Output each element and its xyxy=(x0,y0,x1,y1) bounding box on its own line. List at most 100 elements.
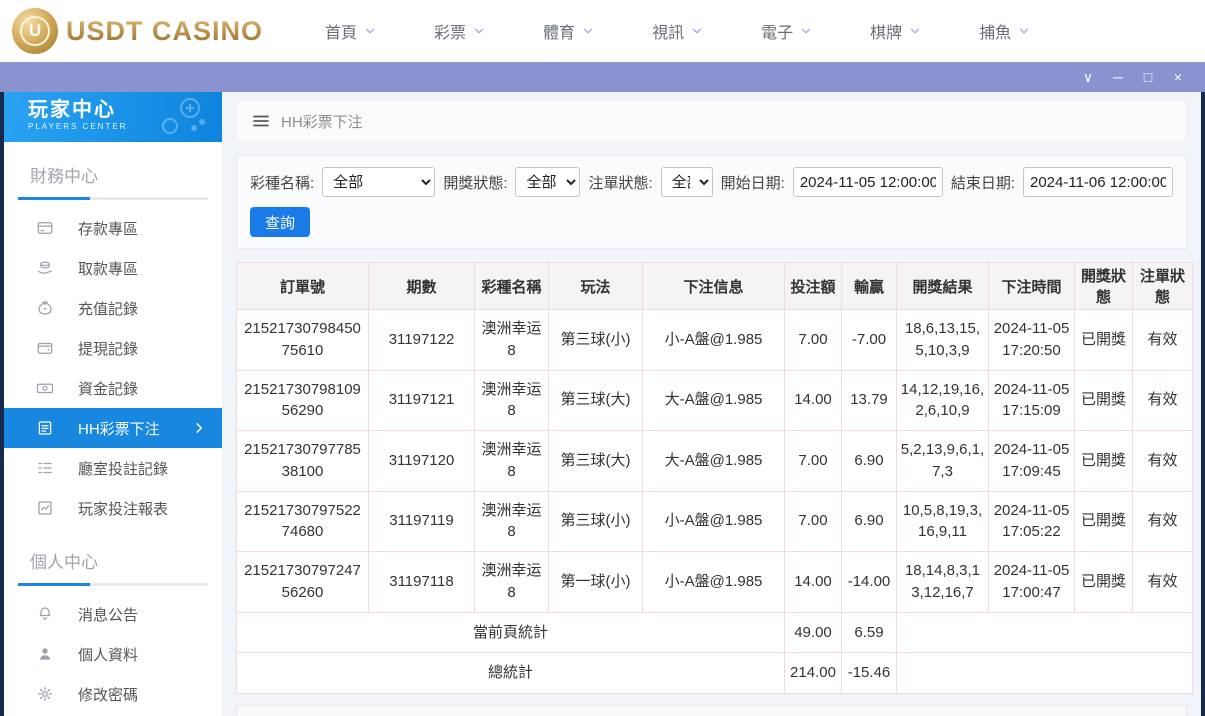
sidebar-item-player-bet-report[interactable]: 玩家投注報表 xyxy=(4,488,222,528)
sidebar-item-hh-lottery-bets[interactable]: HH彩票下注 xyxy=(4,408,222,448)
cell-draw-result: 14,12,19,16,2,6,10,9 xyxy=(897,370,989,431)
summary-winloss-total: -15.46 xyxy=(842,653,897,694)
col-header-bet-info: 下注信息 xyxy=(643,263,785,310)
cell-order-status: 有效 xyxy=(1133,370,1193,431)
moneybag-icon xyxy=(36,299,54,317)
cell-lottery-name: 澳洲幸运8 xyxy=(475,310,549,371)
cell-lottery-name: 澳洲幸运8 xyxy=(475,370,549,431)
user-icon xyxy=(36,645,54,663)
cell-bet-info: 大-A盤@1.985 xyxy=(643,370,785,431)
sidebar-item-announcements[interactable]: 消息公告 xyxy=(4,594,222,634)
cell-bet-amount: 7.00 xyxy=(785,491,842,552)
pagination-bar: 每頁顯示20條 共25条 首页 上一页 [1][2] 下一页 第 页 跳转 xyxy=(236,705,1187,716)
cell-period: 31197119 xyxy=(369,491,475,552)
end-date-label: 結束日期: xyxy=(951,172,1015,193)
sidebar-item-label: 存款專區 xyxy=(78,218,138,239)
window-dropdown-icon[interactable]: ∨ xyxy=(1075,65,1101,89)
cell-order-status: 有效 xyxy=(1133,552,1193,613)
summary-row: 總統計214.00-15.46 xyxy=(237,653,1193,694)
col-header-period: 期數 xyxy=(369,263,475,310)
sidebar-item-change-password[interactable]: 修改密碼 xyxy=(4,674,222,714)
nav-item-lottery[interactable]: 彩票 xyxy=(434,19,486,43)
sidebar-item-label: 個人資料 xyxy=(78,644,138,665)
nav-item-electronic[interactable]: 電子 xyxy=(761,19,813,43)
nav-item-fishing[interactable]: 捕魚 xyxy=(979,19,1031,43)
hand-coins-icon xyxy=(36,259,54,277)
summary-empty xyxy=(897,612,1193,653)
col-header-win-loss: 輸贏 xyxy=(842,263,897,310)
col-header-draw-result: 開獎結果 xyxy=(897,263,989,310)
breadcrumb: HH彩票下注 xyxy=(236,100,1187,142)
window-maximize-icon[interactable]: □ xyxy=(1135,65,1161,89)
cell-play-type: 第三球(大) xyxy=(549,370,643,431)
cell-order-status: 有效 xyxy=(1133,491,1193,552)
summary-label: 當前頁統計 xyxy=(237,612,785,653)
nav-item-sports[interactable]: 體育 xyxy=(543,19,595,43)
cell-period: 31197120 xyxy=(369,431,475,492)
cell-draw-result: 5,2,13,9,6,1,7,3 xyxy=(897,431,989,492)
menu-toggle-icon[interactable] xyxy=(253,115,269,127)
sidebar-item-funds-records[interactable]: 資金記錄 xyxy=(4,368,222,408)
nav-item-label: 電子 xyxy=(761,19,793,43)
cell-period: 31197118 xyxy=(369,552,475,613)
draw-status-label: 開獎狀態: xyxy=(443,172,507,193)
bell-icon xyxy=(36,605,54,623)
sidebar-item-profile[interactable]: 個人資料 xyxy=(4,634,222,674)
cell-draw-result: 18,14,8,3,13,12,16,7 xyxy=(897,552,989,613)
sidebar-item-recharge-records[interactable]: 充值記錄 xyxy=(4,288,222,328)
chevron-down-icon xyxy=(1017,24,1031,38)
report-icon xyxy=(36,499,54,517)
cell-win-loss: 6.90 xyxy=(842,431,897,492)
nav-item-chess[interactable]: 棋牌 xyxy=(870,19,922,43)
sidebar-item-room-bet-records[interactable]: 廳室投註記錄 xyxy=(4,448,222,488)
draw-status-select[interactable]: 全部 xyxy=(515,167,580,197)
sidebar-item-withdrawal-records[interactable]: 提現記錄 xyxy=(4,328,222,368)
end-date-input[interactable] xyxy=(1023,167,1173,197)
cell-bet-amount: 14.00 xyxy=(785,370,842,431)
cell-bet-info: 小-A盤@1.985 xyxy=(643,491,785,552)
section-underline xyxy=(18,583,208,586)
brand-name: USDT CASINO xyxy=(66,16,263,47)
summary-label: 總統計 xyxy=(237,653,785,694)
nav-item-label: 首頁 xyxy=(325,19,357,43)
cell-play-type: 第一球(小) xyxy=(549,552,643,613)
nav-item-home[interactable]: 首頁 xyxy=(325,19,377,43)
order-status-select[interactable]: 全部 xyxy=(661,167,713,197)
cell-bet-amount: 14.00 xyxy=(785,552,842,613)
cell-draw-status: 已開獎 xyxy=(1075,431,1133,492)
brand-logo[interactable]: U USDT CASINO xyxy=(12,8,263,54)
col-header-lottery-name: 彩種名稱 xyxy=(475,263,549,310)
search-button[interactable]: 查詢 xyxy=(250,207,310,237)
summary-bet-total: 49.00 xyxy=(785,612,842,653)
sidebar-item-withdraw-zone[interactable]: 取款專區 xyxy=(4,248,222,288)
start-date-label: 開始日期: xyxy=(721,172,785,193)
col-header-order-number: 訂單號 xyxy=(237,263,369,310)
nav-item-label: 棋牌 xyxy=(870,19,902,43)
nav-item-video[interactable]: 視訊 xyxy=(652,19,704,43)
start-date-input[interactable] xyxy=(793,167,943,197)
coin-letter: U xyxy=(20,16,50,46)
main-content: HH彩票下注 彩種名稱: 全部 開獎狀態: 全部 注單狀態: 全部 開始日期: … xyxy=(222,92,1201,716)
window-minimize-icon[interactable]: ─ xyxy=(1105,65,1131,89)
chevron-down-icon xyxy=(363,24,377,38)
cell-lottery-name: 澳洲幸运8 xyxy=(475,491,549,552)
window-close-icon[interactable]: × xyxy=(1165,65,1191,89)
cell-bet-time: 2024-11-05 17:15:09 xyxy=(989,370,1075,431)
cell-win-loss: -14.00 xyxy=(842,552,897,613)
table-body: 215217307984507561031197122澳洲幸运8第三球(小)小-… xyxy=(237,310,1193,694)
bets-table-wrap: 訂單號期數彩種名稱玩法下注信息投注額輸贏開獎結果下注時間開獎狀態注單狀態 215… xyxy=(236,262,1187,694)
banknote-icon xyxy=(36,379,54,397)
gamepad-icon xyxy=(152,96,212,140)
cell-draw-status: 已開獎 xyxy=(1075,310,1133,371)
sidebar-item-label: 廳室投註記錄 xyxy=(78,458,168,479)
col-header-bet-amount: 投注額 xyxy=(785,263,842,310)
sidebar-sections: 財務中心存款專區取款專區充值記錄提現記錄資金記錄HH彩票下注廳室投註記錄玩家投注… xyxy=(4,162,222,716)
coin-logo-icon: U xyxy=(12,8,58,54)
cell-order-number: 2152173079752274680 xyxy=(237,491,369,552)
sidebar-item-deposit-zone[interactable]: 存款專區 xyxy=(4,208,222,248)
cell-lottery-name: 澳洲幸运8 xyxy=(475,552,549,613)
table-header-row: 訂單號期數彩種名稱玩法下注信息投注額輸贏開獎結果下注時間開獎狀態注單狀態 xyxy=(237,263,1193,310)
lottery-name-select[interactable]: 全部 xyxy=(322,167,435,197)
page-title: HH彩票下注 xyxy=(281,111,363,132)
order-status-label: 注單狀態: xyxy=(588,172,652,193)
